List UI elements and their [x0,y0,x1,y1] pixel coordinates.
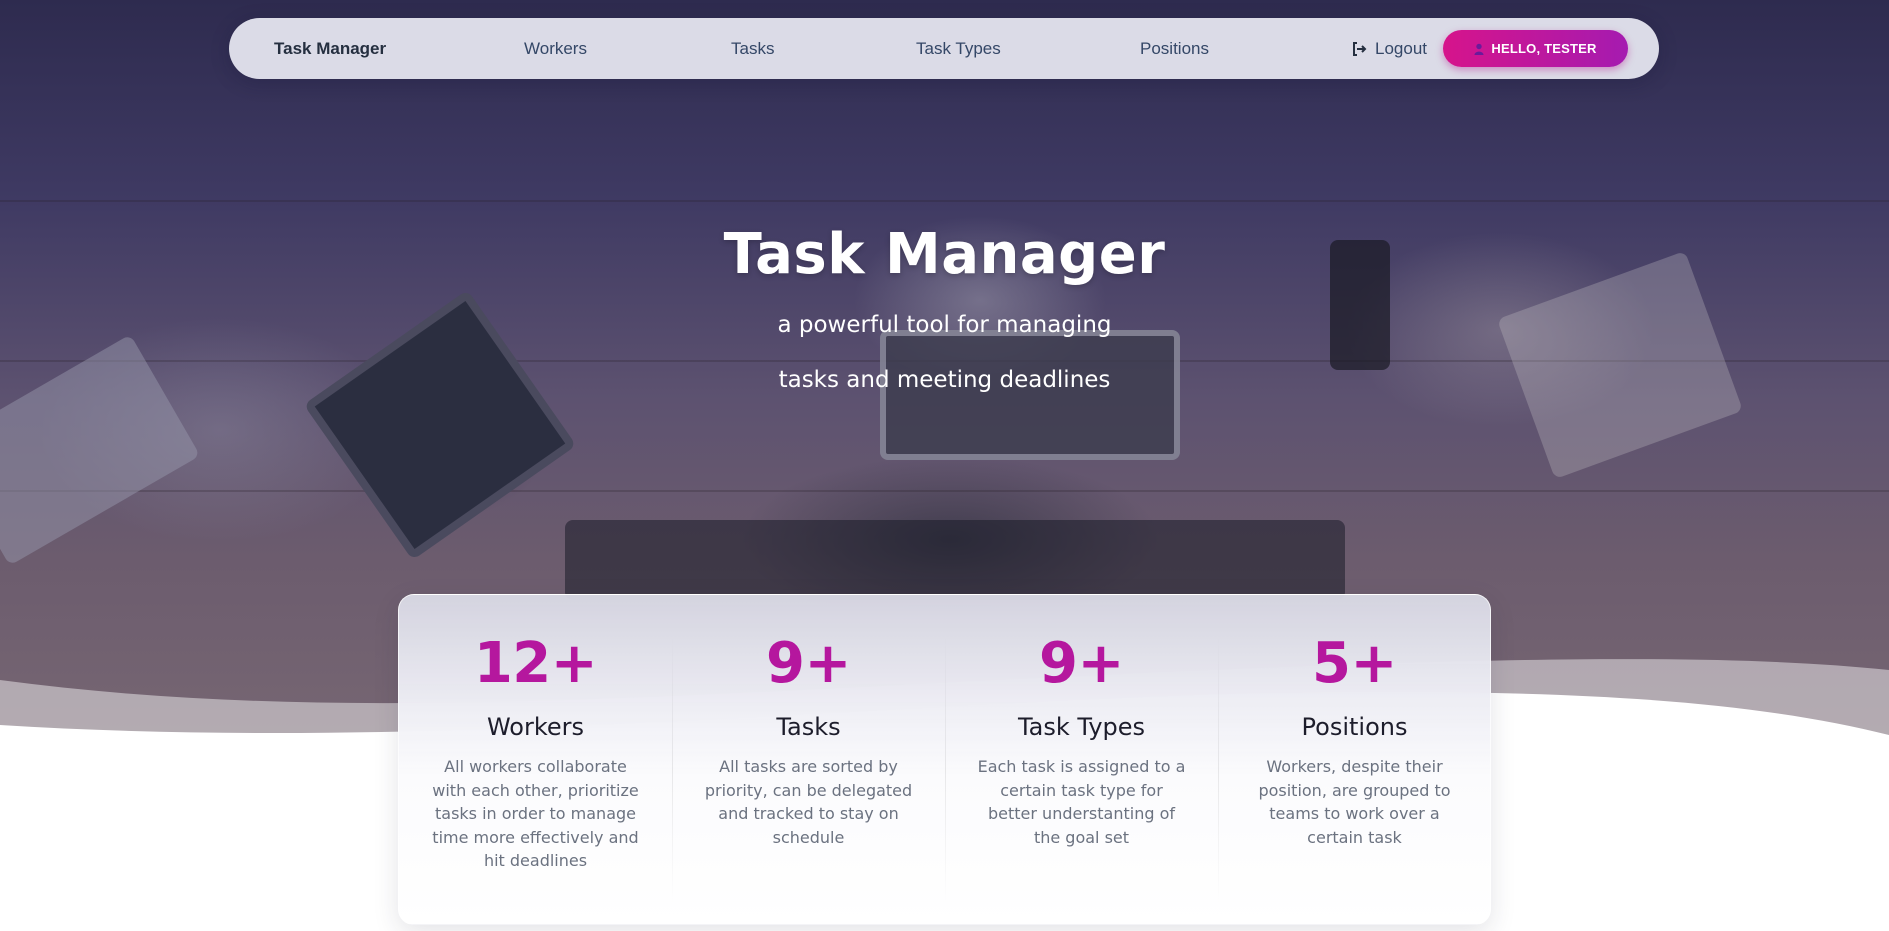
stat-title: Tasks [776,713,841,741]
stat-description: Workers, despite their position, are gro… [1258,757,1451,847]
user-greeting-button[interactable]: HELLO, TESTER [1443,30,1628,67]
sign-out-icon [1353,41,1367,56]
hero-subtitle-line-1: a powerful tool for managing [777,312,1112,338]
stat-description: All tasks are sorted by priority, can be… [704,757,913,847]
stats-card: 12+ Workers All workers collaborate with… [398,594,1491,925]
stat-value: 5+ [1312,631,1397,696]
user-icon [1474,43,1484,55]
stat-title: Workers [486,713,585,741]
stat-workers: 12+ Workers All workers collaborate with… [399,595,672,926]
page: Task Manager Workers Tasks Task Types Po… [0,0,1889,931]
background-laptop [880,330,1180,460]
hero-subtitle-line-2: tasks and meeting deadlines [778,367,1111,393]
nav-link-task-types[interactable]: Task Types [916,18,1001,79]
nav-link-tasks[interactable]: Tasks [731,18,774,79]
hero-title: Task Manager [723,222,1166,287]
logout-label: Logout [1375,39,1427,58]
stat-description: All workers collaborate with each other,… [432,757,639,870]
background-desk-line [0,490,1889,492]
nav-brand-link[interactable]: Task Manager [274,18,386,79]
stat-value: 12+ [473,631,598,696]
user-greeting-label: HELLO, TESTER [1491,41,1597,56]
nav-link-positions[interactable]: Positions [1140,18,1209,79]
navbar: Task Manager Workers Tasks Task Types Po… [229,18,1659,79]
stat-value: 9+ [1039,631,1124,696]
stat-description: Each task is assigned to a certain task … [977,757,1186,847]
nav-link-workers[interactable]: Workers [524,18,587,79]
stat-title: Task Types [1017,713,1146,741]
logout-link[interactable]: Logout [1351,18,1427,79]
stat-positions: 5+ Positions Workers, despite their posi… [1218,595,1491,926]
background-desk-line [0,200,1889,202]
stat-value: 9+ [766,631,851,696]
stat-task-types: 9+ Task Types Each task is assigned to a… [945,595,1218,926]
background-planter [565,520,1345,600]
stat-tasks: 9+ Tasks All tasks are sorted by priorit… [672,595,945,926]
stat-title: Positions [1301,713,1408,741]
